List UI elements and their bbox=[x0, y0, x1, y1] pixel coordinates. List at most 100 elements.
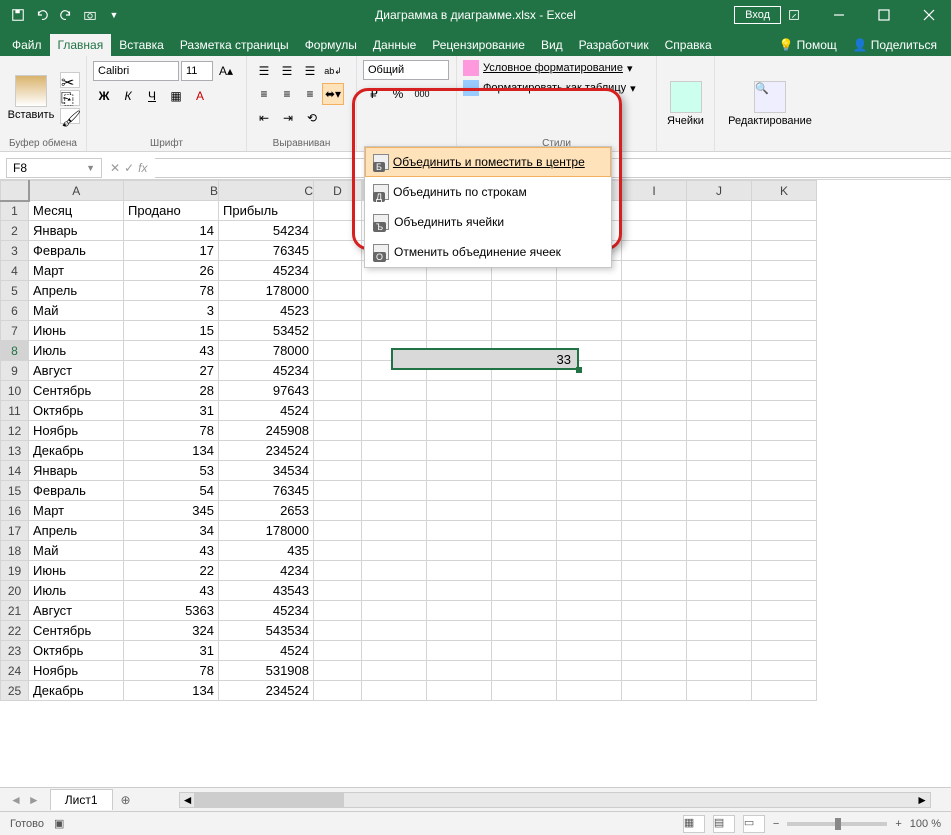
cell[interactable] bbox=[314, 241, 362, 261]
cell[interactable] bbox=[622, 201, 687, 221]
col-header-c[interactable]: C bbox=[219, 181, 314, 201]
cell[interactable] bbox=[622, 461, 687, 481]
cell[interactable] bbox=[622, 281, 687, 301]
cell[interactable]: 43 bbox=[124, 541, 219, 561]
cell[interactable] bbox=[557, 621, 622, 641]
cell[interactable] bbox=[492, 421, 557, 441]
cell[interactable] bbox=[622, 661, 687, 681]
zoom-thumb[interactable] bbox=[835, 818, 841, 830]
cell[interactable]: Месяц bbox=[29, 201, 124, 221]
active-cell-selection[interactable]: 33 bbox=[391, 348, 579, 370]
cell[interactable] bbox=[492, 461, 557, 481]
add-sheet-button[interactable]: ⊕ bbox=[113, 793, 139, 807]
cell[interactable]: Октябрь bbox=[29, 641, 124, 661]
cell[interactable]: 97643 bbox=[219, 381, 314, 401]
cell[interactable] bbox=[492, 641, 557, 661]
cell[interactable]: Июль bbox=[29, 341, 124, 361]
cell[interactable] bbox=[492, 601, 557, 621]
cell[interactable]: 53 bbox=[124, 461, 219, 481]
conditional-formatting-button[interactable]: Условное форматирование▾ bbox=[463, 60, 650, 76]
cell[interactable] bbox=[362, 661, 427, 681]
cell[interactable] bbox=[314, 401, 362, 421]
orientation-icon[interactable]: ⟲ bbox=[301, 107, 323, 129]
cell[interactable]: Август bbox=[29, 601, 124, 621]
merge-across-item[interactable]: Д Объединить по строкам bbox=[365, 177, 611, 207]
cell[interactable] bbox=[362, 561, 427, 581]
cell[interactable]: 531908 bbox=[219, 661, 314, 681]
cell[interactable] bbox=[557, 401, 622, 421]
cell[interactable] bbox=[362, 301, 427, 321]
cell[interactable]: 45234 bbox=[219, 261, 314, 281]
copy-icon[interactable]: ⎘ bbox=[60, 90, 80, 106]
cell[interactable] bbox=[314, 561, 362, 581]
cell[interactable] bbox=[622, 561, 687, 581]
cell[interactable] bbox=[622, 381, 687, 401]
cell[interactable] bbox=[427, 641, 492, 661]
cell[interactable]: Август bbox=[29, 361, 124, 381]
cell[interactable] bbox=[362, 681, 427, 701]
cell[interactable] bbox=[314, 341, 362, 361]
currency-icon[interactable]: ₽ bbox=[363, 83, 385, 105]
cell[interactable] bbox=[557, 281, 622, 301]
cell[interactable]: 134 bbox=[124, 681, 219, 701]
row-header[interactable]: 1 bbox=[1, 201, 29, 221]
cell[interactable] bbox=[687, 641, 752, 661]
tab-help[interactable]: Справка bbox=[657, 34, 720, 56]
cell[interactable] bbox=[314, 621, 362, 641]
cell[interactable]: 234524 bbox=[219, 681, 314, 701]
border-button[interactable]: ▦ bbox=[165, 85, 187, 107]
cell[interactable]: Март bbox=[29, 501, 124, 521]
cell[interactable] bbox=[427, 301, 492, 321]
cell[interactable] bbox=[314, 581, 362, 601]
sheet-nav-prev-icon[interactable]: ◄ bbox=[10, 793, 22, 807]
cell[interactable] bbox=[362, 481, 427, 501]
cell[interactable] bbox=[362, 641, 427, 661]
cut-icon[interactable]: ✂ bbox=[60, 72, 80, 88]
tab-insert[interactable]: Вставка bbox=[111, 34, 172, 56]
cell[interactable] bbox=[492, 681, 557, 701]
format-painter-icon[interactable]: 🖌 bbox=[60, 108, 80, 124]
font-name-select[interactable] bbox=[93, 61, 179, 81]
cell[interactable] bbox=[362, 541, 427, 561]
cell[interactable] bbox=[427, 321, 492, 341]
tell-me-button[interactable]: 💡Помощ bbox=[773, 34, 843, 56]
cell[interactable]: Июль bbox=[29, 581, 124, 601]
col-header-k[interactable]: K bbox=[752, 181, 817, 201]
cell[interactable]: 4523 bbox=[219, 301, 314, 321]
cell[interactable] bbox=[427, 661, 492, 681]
close-button[interactable] bbox=[906, 0, 951, 30]
bold-button[interactable]: Ж bbox=[93, 85, 115, 107]
cell[interactable] bbox=[492, 441, 557, 461]
cell[interactable] bbox=[622, 601, 687, 621]
number-format-select[interactable] bbox=[363, 60, 449, 80]
cell[interactable] bbox=[314, 361, 362, 381]
align-top-icon[interactable]: ☰ bbox=[253, 60, 275, 82]
row-header[interactable]: 25 bbox=[1, 681, 29, 701]
cell[interactable] bbox=[687, 521, 752, 541]
cell[interactable] bbox=[752, 621, 817, 641]
cell[interactable]: Апрель bbox=[29, 281, 124, 301]
cell[interactable] bbox=[314, 321, 362, 341]
cell[interactable] bbox=[557, 661, 622, 681]
cell[interactable] bbox=[687, 461, 752, 481]
cell[interactable] bbox=[557, 541, 622, 561]
cell[interactable]: 22 bbox=[124, 561, 219, 581]
cell[interactable] bbox=[557, 521, 622, 541]
tab-developer[interactable]: Разработчик bbox=[571, 34, 657, 56]
cell[interactable] bbox=[314, 461, 362, 481]
cell[interactable]: Декабрь bbox=[29, 441, 124, 461]
cell[interactable] bbox=[752, 441, 817, 461]
cell[interactable] bbox=[622, 221, 687, 241]
cell[interactable] bbox=[687, 481, 752, 501]
cell[interactable] bbox=[687, 621, 752, 641]
cell[interactable] bbox=[622, 481, 687, 501]
cell[interactable] bbox=[687, 221, 752, 241]
cell[interactable] bbox=[314, 681, 362, 701]
cell[interactable] bbox=[557, 421, 622, 441]
ribbon-options-icon[interactable] bbox=[771, 0, 816, 30]
cell[interactable]: 45234 bbox=[219, 361, 314, 381]
cell[interactable] bbox=[362, 461, 427, 481]
row-header[interactable]: 19 bbox=[1, 561, 29, 581]
cell[interactable] bbox=[557, 301, 622, 321]
cell[interactable] bbox=[427, 541, 492, 561]
